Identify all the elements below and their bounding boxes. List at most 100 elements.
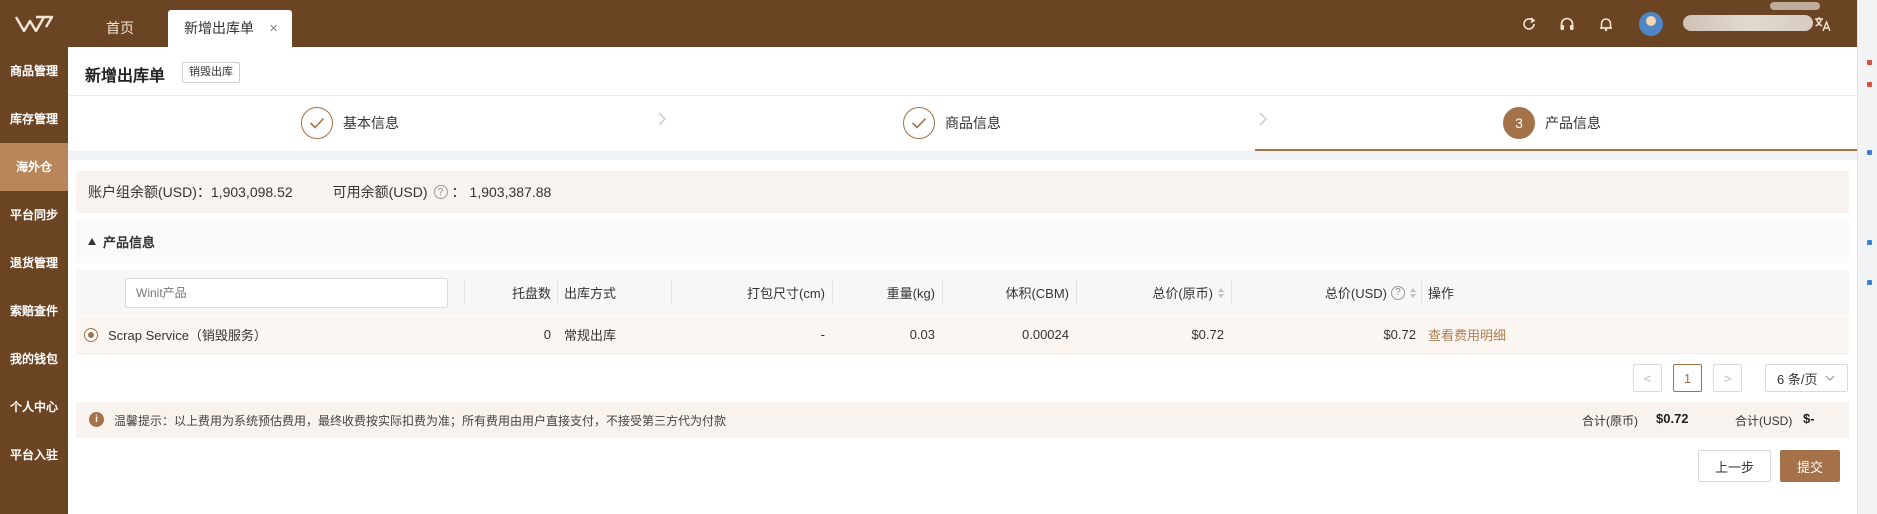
step-basic-info[interactable]: 基本信息: [301, 106, 399, 140]
page-size-select[interactable]: 6 条/页: [1765, 364, 1848, 392]
sort-icon[interactable]: [1218, 287, 1224, 298]
edge-marker: [1867, 150, 1872, 155]
tab-home[interactable]: 首页: [80, 10, 160, 47]
row-select-radio[interactable]: [84, 328, 98, 342]
cell-total-original: $0.72: [1191, 327, 1224, 342]
order-type-tag: 销毁出库: [182, 62, 240, 83]
cell-product: Scrap Service（销毁服务）: [108, 328, 267, 343]
app-window: 首页 新增出库单 × 商品管理 库存管理 海外仓 平台同步 退货管理 索赔查件 …: [0, 0, 1877, 514]
col-header-volume: 体积(CBM): [1005, 286, 1069, 301]
balance-bar: 账户组余额(USD)： 1,903,098.52 可用余额(USD) ? ： 1…: [76, 171, 1849, 213]
column-divider: [671, 280, 672, 304]
sidebar-item-platform-onboarding[interactable]: 平台入驻: [0, 431, 68, 479]
sort-icon[interactable]: [1410, 287, 1416, 298]
cell-total-usd: $0.72: [1383, 327, 1416, 342]
col-header-pallets: 托盘数: [511, 286, 551, 301]
column-divider: [464, 280, 465, 304]
total-original-value: $0.72: [1656, 411, 1689, 426]
sidebar-item-claims[interactable]: 索赔查件: [0, 287, 68, 335]
caret-up-icon: [88, 237, 96, 245]
translate-icon[interactable]: [1813, 14, 1833, 34]
page-header: 新增出库单 销毁出库: [68, 47, 1857, 96]
page-size-value: 6 条/页: [1777, 371, 1818, 387]
col-header-total-usd[interactable]: 总价(USD) ?: [1236, 270, 1416, 315]
col-header-label: 总价(原币): [1152, 286, 1213, 301]
column-divider: [942, 280, 943, 304]
column-divider: [832, 280, 833, 304]
product-search-input[interactable]: [125, 278, 448, 308]
fee-notice-bar: i 温馨提示：以上费用为系统预估费用，最终收费按实际扣费为准；所有费用由用户直接…: [76, 402, 1849, 438]
group-balance-value: 1,903,098.52: [210, 184, 293, 200]
column-divider: [1231, 280, 1232, 304]
sidebar-item-profile[interactable]: 个人中心: [0, 383, 68, 431]
username-blurred-extra: [1770, 2, 1820, 10]
sidebar-item-overseas-warehouse[interactable]: 海外仓: [0, 143, 68, 191]
table-row[interactable]: Scrap Service（销毁服务） 0 常规出库 - 0.03 0.0002…: [76, 316, 1849, 354]
main-content: 新增出库单 销毁出库 基本信息 商品信息 3 产品信息 账户组余额(USD)： …: [68, 47, 1857, 514]
step-goods-info[interactable]: 商品信息: [903, 106, 1001, 140]
cell-pallets: 0: [543, 327, 551, 342]
available-balance-sep: ：: [451, 184, 466, 200]
page-title: 新增出库单: [85, 68, 166, 85]
total-usd-label: 合计(USD): [1735, 414, 1793, 428]
edge-marker: [1867, 280, 1872, 285]
avatar[interactable]: [1639, 12, 1663, 36]
chevron-down-icon: [1826, 375, 1835, 381]
notice-text: 温馨提示：以上费用为系统预估费用，最终收费按实际扣费为准；所有费用由用户直接支付…: [114, 414, 727, 428]
step-product-info[interactable]: 3 产品信息: [1503, 106, 1601, 140]
bell-icon[interactable]: [1596, 14, 1616, 34]
previous-step-button[interactable]: 上一步: [1698, 450, 1771, 482]
col-header-method: 出库方式: [564, 286, 617, 301]
tab-label: 新增出库单: [184, 20, 254, 36]
product-info-section-toggle[interactable]: 产品信息: [76, 219, 1849, 263]
refresh-icon[interactable]: [1519, 14, 1539, 34]
question-icon[interactable]: ?: [433, 185, 448, 199]
chevron-right-icon: [658, 112, 666, 129]
column-divider: [557, 280, 558, 304]
close-icon[interactable]: ×: [269, 10, 278, 47]
group-balance-label: 账户组余额(USD)：: [88, 184, 211, 200]
cell-pack-size: -: [820, 327, 825, 342]
col-header-total-original[interactable]: 总价(原币): [1080, 270, 1224, 315]
sidebar-item-product-management[interactable]: 商品管理: [0, 47, 68, 95]
sidebar-item-wallet[interactable]: 我的钱包: [0, 335, 68, 383]
total-usd-value: $-: [1803, 411, 1815, 426]
question-icon[interactable]: ?: [1391, 285, 1405, 300]
chevron-right-icon: [1259, 112, 1267, 129]
sidebar-item-platform-sync[interactable]: 平台同步: [0, 191, 68, 239]
col-header-weight: 重量(kg): [886, 286, 935, 301]
username-blurred[interactable]: [1683, 15, 1813, 31]
col-header-pack-size: 打包尺寸(cm): [747, 286, 825, 301]
brand-logo[interactable]: [0, 0, 68, 47]
pagination-prev-button[interactable]: <: [1633, 364, 1662, 392]
steps-bar: 基本信息 商品信息 3 产品信息: [68, 97, 1857, 150]
sidebar-item-inventory-management[interactable]: 库存管理: [0, 95, 68, 143]
edge-marker: [1867, 240, 1872, 245]
pagination-next-button[interactable]: >: [1713, 364, 1742, 392]
submit-button[interactable]: 提交: [1780, 450, 1840, 482]
col-header-action: 操作: [1428, 286, 1455, 301]
step-number: 3: [1503, 107, 1535, 139]
pagination-page-1[interactable]: 1: [1673, 364, 1702, 392]
section-title: 产品信息: [103, 234, 156, 250]
tab-new-outbound-order[interactable]: 新增出库单 ×: [168, 10, 292, 47]
check-icon: [301, 107, 333, 139]
view-fee-details-link[interactable]: 查看费用明细: [1428, 316, 1528, 353]
info-icon: i: [89, 412, 104, 427]
top-bar: 首页 新增出库单 ×: [0, 0, 1857, 47]
step-label: 基本信息: [343, 115, 399, 131]
column-divider: [1421, 280, 1422, 304]
available-balance-label: 可用余额(USD): [332, 184, 428, 200]
sidebar-item-returns[interactable]: 退货管理: [0, 239, 68, 287]
right-edge-strip: [1857, 0, 1877, 514]
divider: [68, 151, 1857, 160]
cell-volume: 0.00024: [1022, 327, 1069, 342]
col-header-label: 总价(USD): [1324, 286, 1387, 301]
step-label: 产品信息: [1545, 115, 1601, 131]
step-label: 商品信息: [945, 115, 1001, 131]
edge-marker: [1867, 82, 1872, 87]
total-original-label: 合计(原币): [1582, 414, 1638, 428]
check-icon: [903, 107, 935, 139]
sidebar: 商品管理 库存管理 海外仓 平台同步 退货管理 索赔查件 我的钱包 个人中心 平…: [0, 47, 68, 514]
headset-icon[interactable]: [1557, 14, 1577, 34]
